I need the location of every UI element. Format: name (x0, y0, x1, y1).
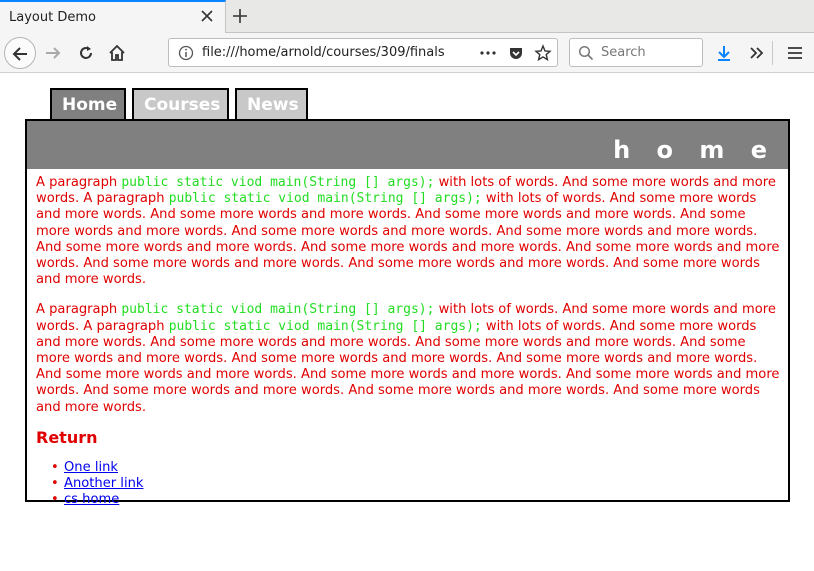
browser-tab[interactable]: Layout Demo (0, 0, 226, 33)
search-placeholder: Search (601, 45, 646, 60)
code-snippet: public static viod main(String [] args); (168, 318, 482, 334)
tab-title: Layout Demo (9, 10, 96, 25)
main-content: A paragraph public static viod main(Stri… (36, 175, 781, 508)
cs-home-link[interactable]: cs home (64, 492, 119, 507)
close-icon[interactable] (199, 8, 215, 24)
paragraph-text: A paragraph (36, 302, 122, 318)
bookmark-star-icon[interactable] (534, 44, 552, 66)
back-button[interactable] (4, 37, 36, 69)
tab-news[interactable]: News (235, 88, 308, 120)
one-link[interactable]: One link (64, 460, 118, 475)
banner: h o m e (27, 121, 788, 169)
toolbar-divider (772, 41, 773, 65)
list-item: One link (51, 460, 781, 476)
pocket-icon[interactable] (508, 45, 524, 65)
tab-home[interactable]: Home (50, 88, 126, 122)
tab-home-label: Home (62, 95, 118, 115)
paragraph: A paragraph public static viod main(Stri… (36, 302, 781, 415)
paragraph-text: A paragraph (36, 175, 122, 190)
paragraph: A paragraph public static viod main(Stri… (36, 175, 781, 288)
content-box: h o m e A paragraph public static viod m… (25, 119, 790, 508)
another-link[interactable]: Another link (64, 476, 143, 491)
info-icon[interactable] (178, 45, 194, 65)
link-list: One link Another link cs home (51, 460, 781, 508)
search-icon (578, 45, 594, 65)
list-item: Another link (51, 476, 781, 492)
overflow-chevron-icon[interactable] (742, 38, 772, 68)
tab-strip: Layout Demo (0, 0, 814, 33)
return-heading: Return (36, 427, 98, 447)
home-icon[interactable] (102, 38, 132, 68)
code-snippet: public static viod main(String [] args); (121, 302, 435, 318)
code-snippet: public static viod main(String [] args); (121, 175, 435, 190)
page-actions-icon[interactable] (479, 45, 497, 65)
tab-courses[interactable]: Courses (132, 88, 229, 120)
back-arrow-icon (12, 47, 27, 61)
new-tab-icon[interactable] (230, 6, 250, 26)
banner-title: h o m e (613, 136, 776, 164)
tab-courses-label: Courses (144, 95, 221, 115)
nav-toolbar: file:///home/arnold/courses/309/finals S… (0, 33, 814, 73)
url-text: file:///home/arnold/courses/309/finals (202, 45, 445, 60)
forward-icon[interactable] (38, 38, 68, 68)
url-bar[interactable]: file:///home/arnold/courses/309/finals (168, 38, 558, 67)
reload-icon[interactable] (71, 38, 101, 68)
menu-icon[interactable] (780, 38, 810, 68)
download-icon[interactable] (709, 38, 739, 68)
list-item: cs home (51, 492, 781, 508)
search-bar[interactable]: Search (569, 38, 703, 67)
code-snippet: public static viod main(String [] args); (168, 191, 482, 207)
tab-news-label: News (247, 95, 299, 115)
